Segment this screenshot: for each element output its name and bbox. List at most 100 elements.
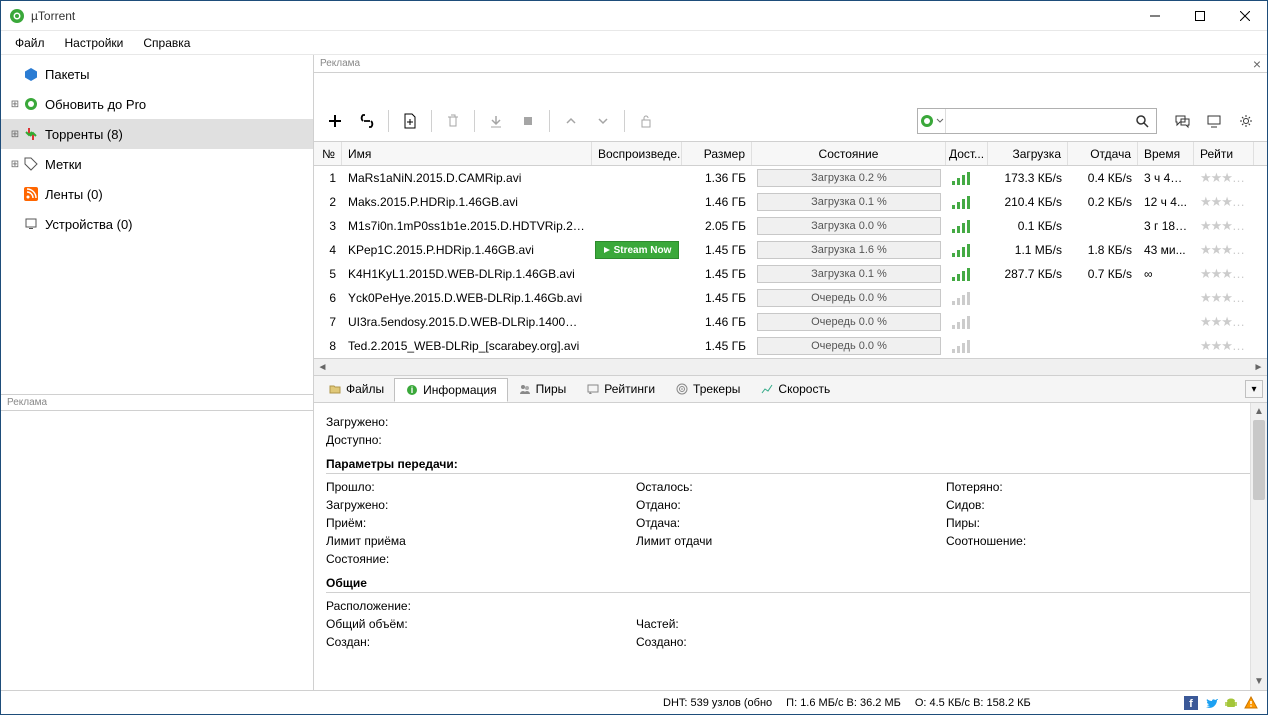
col-name[interactable]: Имя	[342, 142, 592, 165]
info-seeds: Сидов:	[946, 498, 1255, 512]
general-header: Общие	[326, 576, 1255, 593]
menu-settings[interactable]: Настройки	[55, 33, 134, 53]
transfer-header: Параметры передачи:	[326, 457, 1255, 474]
chat-button[interactable]	[1167, 106, 1197, 136]
utorrent-icon	[21, 97, 41, 111]
col-number[interactable]: №	[314, 142, 342, 165]
scroll-up-icon[interactable]: ▲	[1251, 403, 1267, 420]
rating-stars[interactable]: ★★★★★	[1194, 314, 1254, 330]
horizontal-scrollbar[interactable]: ◄ ►	[314, 358, 1267, 375]
maximize-button[interactable]	[1177, 1, 1222, 31]
settings-button[interactable]	[1231, 106, 1261, 136]
torrents-icon	[21, 127, 41, 141]
info-icon: i	[405, 383, 419, 397]
col-time[interactable]: Время	[1138, 142, 1194, 165]
menu-help[interactable]: Справка	[133, 33, 200, 53]
col-size[interactable]: Размер	[682, 142, 752, 165]
add-url-button[interactable]	[352, 106, 382, 136]
search-input[interactable]	[946, 114, 1128, 128]
expand-icon[interactable]: ⊞	[9, 99, 21, 110]
info-pieces: Частей:	[636, 617, 946, 631]
info-ulspeed: Отдача:	[636, 516, 946, 530]
stream-now-button[interactable]: Stream Now	[595, 241, 679, 259]
sidebar-ad-area	[1, 410, 313, 690]
close-ad-button[interactable]: ×	[1253, 56, 1261, 72]
sidebar-labels[interactable]: ⊞ Метки	[1, 149, 313, 179]
sidebar-feeds[interactable]: Ленты (0)	[1, 179, 313, 209]
search-button[interactable]	[1128, 114, 1156, 128]
torrent-row[interactable]: 1MaRs1aNiN.2015.D.CAMRip.avi1.36 ГБЗагру…	[314, 166, 1267, 190]
col-play[interactable]: Воспроизведе...	[592, 142, 682, 165]
details-scrollbar[interactable]: ▲ ▼	[1250, 403, 1267, 690]
facebook-icon[interactable]: f	[1183, 695, 1199, 711]
delete-button[interactable]	[438, 106, 468, 136]
info-wasted: Потеряно:	[946, 480, 1255, 494]
move-up-button[interactable]	[556, 106, 586, 136]
tab-info[interactable]: iИнформация	[394, 378, 507, 402]
expand-icon[interactable]: ⊞	[9, 129, 21, 140]
scroll-down-icon[interactable]: ▼	[1251, 673, 1267, 690]
rating-stars[interactable]: ★★★★★	[1194, 266, 1254, 282]
remote-button[interactable]	[1199, 106, 1229, 136]
sidebar-upgrade-pro[interactable]: ⊞ Обновить до Pro	[1, 89, 313, 119]
trackers-icon	[675, 382, 689, 396]
info-createdby: Создано:	[636, 635, 946, 649]
torrent-row[interactable]: 6Yck0PeHye.2015.D.WEB-DLRip.1.46Gb.avi1.…	[314, 286, 1267, 310]
start-button[interactable]	[481, 106, 511, 136]
tab-files[interactable]: Файлы	[318, 378, 394, 400]
rating-stars[interactable]: ★★★★★	[1194, 290, 1254, 306]
scroll-left-icon[interactable]: ◄	[314, 359, 331, 376]
rating-stars[interactable]: ★★★★★	[1194, 194, 1254, 210]
tab-trackers[interactable]: Трекеры	[665, 378, 750, 400]
torrent-row[interactable]: 3M1s7i0n.1mP0ss1b1e.2015.D.HDTVRip.2100.…	[314, 214, 1267, 238]
move-down-button[interactable]	[588, 106, 618, 136]
torrent-row[interactable]: 4KPep1C.2015.P.HDRip.1.46GB.aviStream No…	[314, 238, 1267, 262]
expand-tabs-button[interactable]: ▾	[1245, 380, 1263, 398]
rating-stars[interactable]: ★★★★★	[1194, 338, 1254, 354]
sidebar-packages[interactable]: Пакеты	[1, 59, 313, 89]
stop-button[interactable]	[513, 106, 543, 136]
android-icon[interactable]	[1223, 695, 1239, 711]
col-upload[interactable]: Отдача	[1068, 142, 1138, 165]
torrent-row[interactable]: 7UI3ra.5endosy.2015.D.WEB-DLRip.1400MB.a…	[314, 310, 1267, 334]
rating-stars[interactable]: ★★★★★	[1194, 218, 1254, 234]
torrent-row[interactable]: 5K4H1KyL1.2015D.WEB-DLRip.1.46GB.avi1.45…	[314, 262, 1267, 286]
rating-stars[interactable]: ★★★★★	[1194, 242, 1254, 258]
create-torrent-button[interactable]	[395, 106, 425, 136]
col-rating[interactable]: Рейти	[1194, 142, 1254, 165]
minimize-button[interactable]	[1132, 1, 1177, 31]
rating-stars[interactable]: ★★★★★	[1194, 170, 1254, 186]
warning-icon[interactable]	[1243, 695, 1259, 711]
col-download[interactable]: Загрузка	[988, 142, 1068, 165]
add-torrent-button[interactable]	[320, 106, 350, 136]
info-available: Доступно:	[326, 433, 1255, 447]
top-ad-bar: Реклама ×	[314, 55, 1267, 73]
scroll-right-icon[interactable]: ►	[1250, 359, 1267, 376]
tab-ratings[interactable]: Рейтинги	[576, 378, 665, 400]
search-provider-button[interactable]	[918, 109, 946, 133]
info-uploaded: Отдано:	[636, 498, 946, 512]
rss-icon	[21, 187, 41, 201]
torrent-row[interactable]: 2Maks.2015.P.HDRip.1.46GB.avi1.46 ГБЗагр…	[314, 190, 1267, 214]
speed-icon	[760, 382, 774, 396]
labels-icon	[21, 157, 41, 171]
menu-file[interactable]: Файл	[5, 33, 55, 53]
col-state[interactable]: Состояние	[752, 142, 946, 165]
status-down: П: 1.6 МБ/с В: 36.2 МБ	[786, 697, 901, 709]
sidebar-devices[interactable]: Устройства (0)	[1, 209, 313, 239]
col-avail[interactable]: Дост...	[946, 142, 988, 165]
statusbar: DHT: 539 узлов (обно П: 1.6 МБ/с В: 36.2…	[1, 690, 1267, 714]
info-status: Состояние:	[326, 552, 636, 566]
svg-text:f: f	[1189, 698, 1193, 710]
torrent-row[interactable]: 8Ted.2.2015_WEB-DLRip_[scarabey.org].avi…	[314, 334, 1267, 358]
expand-icon[interactable]: ⊞	[9, 159, 21, 170]
details-panel: Загружено: Доступно: Параметры передачи:…	[314, 403, 1267, 690]
twitter-icon[interactable]	[1203, 695, 1219, 711]
sidebar-torrents[interactable]: ⊞ Торренты (8)	[1, 119, 313, 149]
info-elapsed: Прошло:	[326, 480, 636, 494]
close-button[interactable]	[1222, 1, 1267, 31]
unlock-button[interactable]	[631, 106, 661, 136]
tab-speed[interactable]: Скорость	[750, 378, 840, 400]
tab-peers[interactable]: Пиры	[508, 378, 577, 400]
titlebar: µTorrent	[1, 1, 1267, 31]
